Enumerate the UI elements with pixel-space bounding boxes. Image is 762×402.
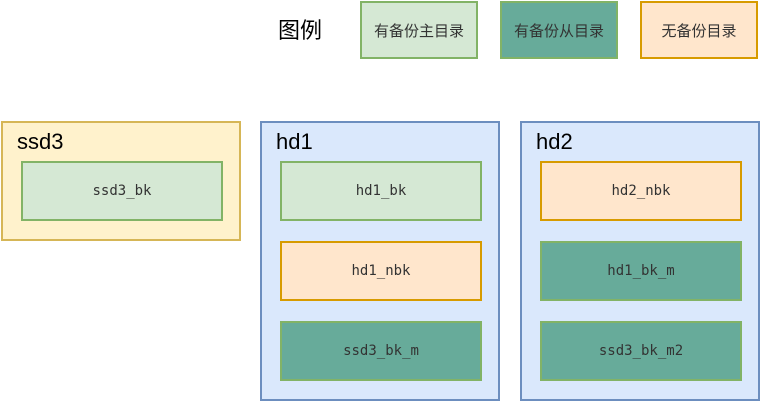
dir-hd1-bk: hd1_bk [280,161,482,221]
container-ssd3: ssd3 ssd3_bk [1,121,241,241]
legend-slave-backup: 有备份从目录 [500,1,618,59]
container-hd1: hd1 hd1_bk hd1_nbk ssd3_bk_m [260,121,500,401]
dir-hd2-nbk: hd2_nbk [540,161,742,221]
container-hd1-title: hd1 [276,129,313,154]
legend-no-backup: 无备份目录 [640,1,758,59]
container-hd2-title: hd2 [536,129,573,154]
legend-title: 图例 [277,19,322,44]
dir-ssd3-bk: ssd3_bk [21,161,223,221]
container-ssd3-title: ssd3 [17,129,64,154]
dir-ssd3-bk-m: ssd3_bk_m [280,321,482,381]
container-hd2: hd2 hd2_nbk hd1_bk_m ssd3_bk_m2 [520,121,760,401]
dir-ssd3-bk-m2: ssd3_bk_m2 [540,321,742,381]
dir-hd1-bk-m: hd1_bk_m [540,241,742,301]
dir-hd1-nbk: hd1_nbk [280,241,482,301]
legend-primary-backup: 有备份主目录 [360,1,478,59]
